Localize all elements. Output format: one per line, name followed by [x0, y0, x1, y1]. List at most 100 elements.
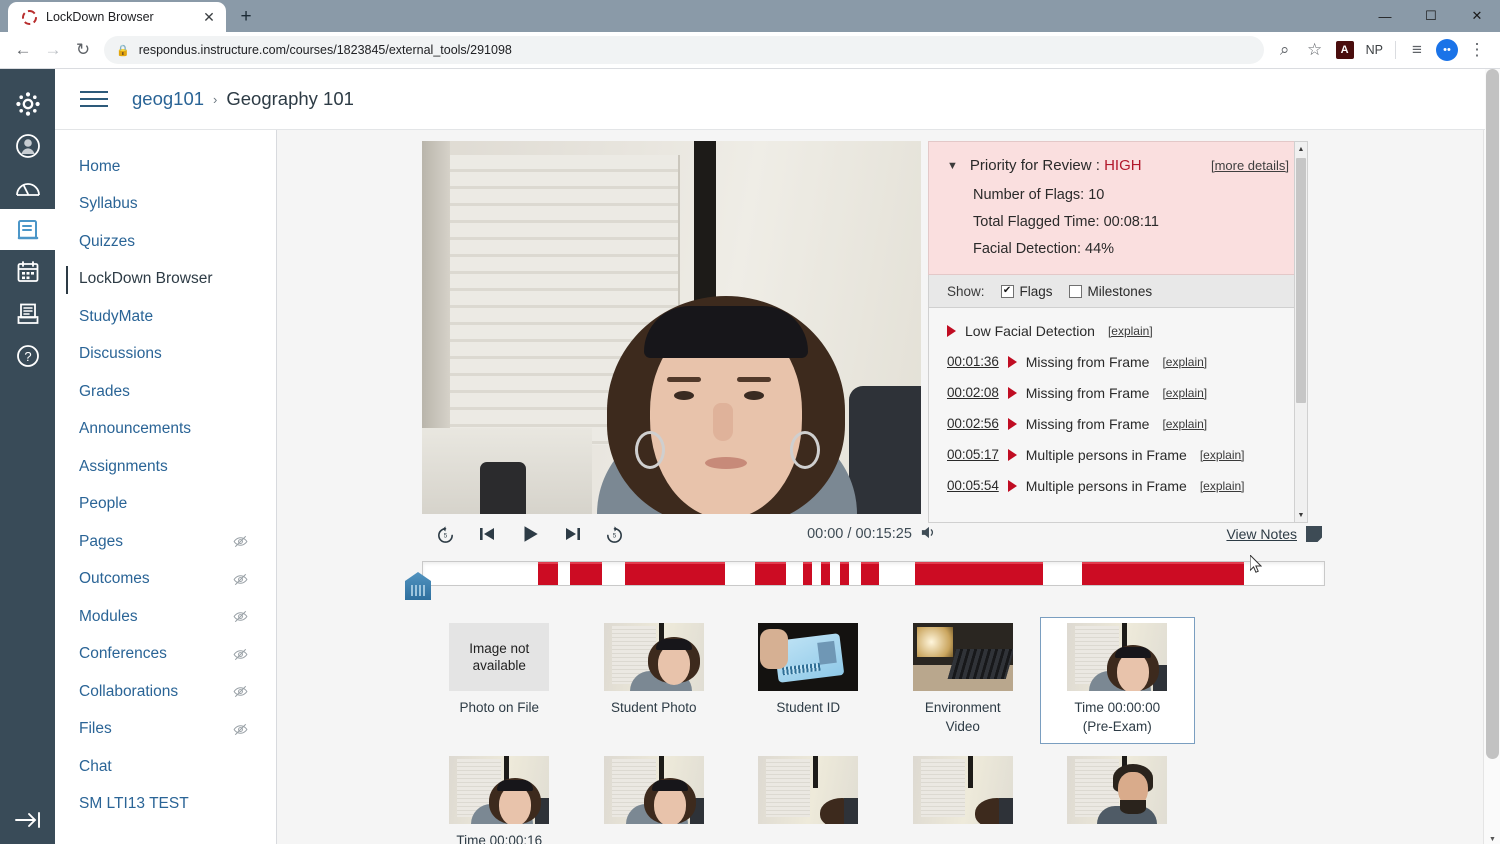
flag-timestamp[interactable]: 00:05:54 [947, 478, 999, 493]
sidebar-item-quizzes[interactable]: Quizzes [55, 223, 276, 261]
hamburger-menu-icon[interactable] [80, 86, 108, 112]
sidebar-item-syllabus[interactable]: Syllabus [55, 186, 276, 224]
volume-icon[interactable] [920, 524, 937, 545]
explain-link[interactable]: [explain] [1162, 417, 1207, 431]
sidebar-item-pages[interactable]: Pages [55, 523, 276, 561]
timeline-flag-segment[interactable] [860, 562, 879, 585]
zoom-search-icon[interactable]: ⌕ [1270, 35, 1300, 65]
reading-list-icon[interactable]: ≡ [1402, 35, 1432, 65]
explain-link[interactable]: [explain] [1162, 355, 1207, 369]
page-scrollbar[interactable]: ▼ [1485, 69, 1500, 844]
new-tab-button[interactable]: + [232, 3, 260, 31]
thumbnail-item[interactable] [1040, 750, 1195, 844]
thumbnail-item[interactable]: Student ID [731, 617, 886, 744]
flag-timestamp[interactable]: 00:02:56 [947, 416, 999, 431]
flag-row[interactable]: 00:02:08 Missing from Frame [explain] [929, 377, 1307, 408]
timeline-flag-segment[interactable] [538, 562, 559, 585]
sidebar-item-outcomes[interactable]: Outcomes [55, 561, 276, 599]
thumbnail-item[interactable]: Student Photo [577, 617, 732, 744]
collapse-navigation-icon[interactable] [0, 810, 55, 830]
sidebar-item-studymate[interactable]: StudyMate [55, 298, 276, 336]
timeline-flag-segment[interactable] [569, 562, 603, 585]
sidebar-item-assignments[interactable]: Assignments [55, 448, 276, 486]
next-flag-icon[interactable] [563, 524, 583, 544]
timeline-flag-segment[interactable] [624, 562, 725, 585]
play-flag-icon[interactable] [1007, 479, 1017, 492]
flag-row[interactable]: Low Facial Detection [explain] [929, 315, 1307, 346]
breadcrumb-course-code[interactable]: geog101 [132, 88, 204, 110]
minimize-window-icon[interactable]: — [1362, 0, 1408, 32]
sidebar-item-modules[interactable]: Modules [55, 598, 276, 636]
thumbnail-item[interactable] [577, 750, 732, 844]
sidebar-item-help[interactable]: ? [0, 335, 55, 376]
browser-tab[interactable]: LockDown Browser ✕ [8, 2, 226, 32]
forward-icon[interactable]: → [38, 35, 68, 65]
browser-menu-icon[interactable]: ⋮ [1462, 35, 1492, 65]
timeline-flag-segment[interactable] [821, 562, 831, 585]
sidebar-item-courses[interactable] [0, 209, 55, 250]
flag-timestamp[interactable]: 00:01:36 [947, 354, 999, 369]
fast-forward-icon[interactable]: 5 [605, 525, 624, 544]
timeline-track[interactable] [422, 561, 1325, 586]
explain-link[interactable]: [explain] [1200, 448, 1245, 462]
sidebar-item-chat[interactable]: Chat [55, 748, 276, 786]
flag-row[interactable]: 00:02:56 Missing from Frame [explain] [929, 408, 1307, 439]
proctoring-video[interactable] [422, 141, 921, 514]
panel-scroll-up-icon[interactable]: ▲ [1295, 142, 1307, 156]
flag-list[interactable]: Low Facial Detection [explain] 00:01:36 Mis… [928, 308, 1308, 523]
flag-timestamp[interactable]: 00:05:17 [947, 447, 999, 462]
view-notes-button[interactable]: View Notes [1226, 526, 1297, 542]
more-details-link[interactable]: [more details] [1211, 158, 1289, 173]
panel-scroll-down-icon[interactable]: ▼ [1295, 508, 1307, 522]
sidebar-item-home[interactable]: Home [55, 148, 276, 186]
collapse-caret-icon[interactable]: ▼ [947, 160, 958, 172]
milestones-checkbox[interactable]: Milestones [1068, 284, 1152, 299]
play-flag-icon[interactable] [1007, 386, 1017, 399]
explain-link[interactable]: [explain] [1108, 324, 1153, 338]
canvas-logo-icon[interactable] [0, 83, 55, 124]
notes-icon[interactable] [1306, 526, 1322, 542]
flag-row[interactable]: 00:05:54 Multiple persons in Frame [explai… [929, 470, 1307, 501]
timeline-flag-segment[interactable] [1081, 562, 1244, 585]
sidebar-item-dashboard[interactable] [0, 167, 55, 208]
page-scroll-down-icon[interactable]: ▼ [1485, 836, 1500, 843]
sidebar-item-conferences[interactable]: Conferences [55, 636, 276, 674]
page-scrollbar-thumb[interactable] [1486, 69, 1499, 759]
maximize-window-icon[interactable]: ☐ [1408, 0, 1454, 32]
sidebar-item-sm-lti13-test[interactable]: SM LTI13 TEST [55, 786, 276, 824]
flag-row[interactable]: 00:01:36 Missing from Frame [explain] [929, 346, 1307, 377]
sidebar-item-grades[interactable]: Grades [55, 373, 276, 411]
explain-link[interactable]: [explain] [1200, 479, 1245, 493]
address-bar[interactable]: 🔒 respondus.instructure.com/courses/1823… [104, 36, 1264, 64]
flags-checkbox[interactable]: ✔ Flags [1000, 284, 1053, 299]
breadcrumb-course-name[interactable]: Geography 101 [226, 88, 354, 110]
sidebar-item-files[interactable]: Files [55, 711, 276, 749]
thumbnail-item[interactable]: Time 00:00:16 (Exam Start) [422, 750, 577, 844]
account-avatar-icon[interactable]: •• [1432, 35, 1462, 65]
timeline-flag-segment[interactable] [914, 562, 1043, 585]
play-flag-icon[interactable] [1007, 448, 1017, 461]
explain-link[interactable]: [explain] [1162, 386, 1207, 400]
sidebar-item-announcements[interactable]: Announcements [55, 411, 276, 449]
timeline-flag-segment[interactable] [840, 562, 850, 585]
reload-icon[interactable]: ↻ [68, 35, 98, 65]
play-flag-icon[interactable] [1007, 417, 1017, 430]
panel-scrollbar[interactable]: ▲ ▼ [1294, 141, 1308, 523]
thumbnail-item[interactable]: Time 00:00:00 (Pre-Exam) [1040, 617, 1195, 745]
sidebar-item-people[interactable]: People [55, 486, 276, 524]
previous-flag-icon[interactable] [477, 524, 497, 544]
play-flag-icon[interactable] [1007, 355, 1017, 368]
close-tab-icon[interactable]: ✕ [200, 10, 218, 24]
thumbnail-item[interactable]: Image not available Photo on File [422, 617, 577, 744]
flag-row[interactable]: 00:05:17 Multiple persons in Frame [explai… [929, 439, 1307, 470]
profile-initials-label[interactable]: NP [1360, 43, 1389, 57]
play-icon[interactable] [519, 523, 541, 545]
play-flag-icon[interactable] [947, 324, 956, 337]
sidebar-item-inbox[interactable] [0, 293, 55, 334]
sidebar-item-collaborations[interactable]: Collaborations [55, 673, 276, 711]
sidebar-item-account[interactable] [0, 125, 55, 166]
adobe-pdf-extension-icon[interactable]: A [1330, 35, 1360, 65]
sidebar-item-lockdown-browser[interactable]: LockDown Browser [55, 261, 276, 299]
back-icon[interactable]: ← [8, 35, 38, 65]
sidebar-item-calendar[interactable] [0, 251, 55, 292]
